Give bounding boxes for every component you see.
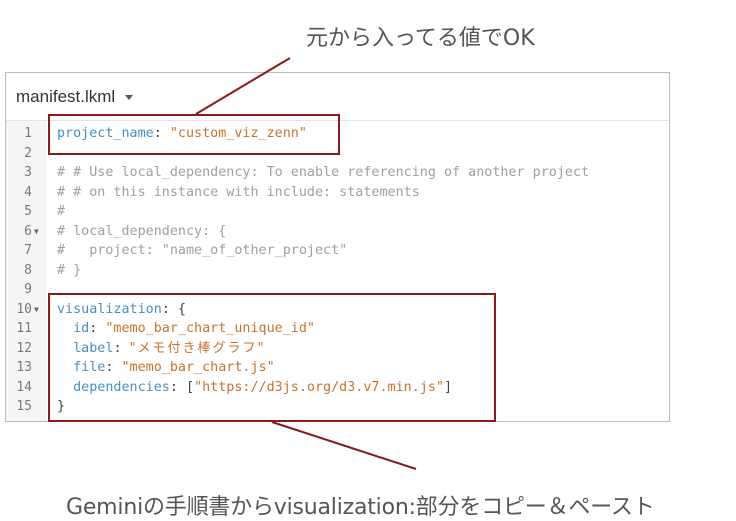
code-editor[interactable]: manifest.lkml 1 project_name: "custom_viz…	[5, 72, 670, 422]
code-line[interactable]: 10 ▼ visualization: {	[6, 300, 669, 320]
code-text: }	[57, 397, 65, 417]
code-token: :	[89, 321, 106, 336]
code-line[interactable]: 11 id: "memo_bar_chart_unique_id"	[6, 319, 669, 339]
line-number: 5	[24, 204, 32, 219]
code-line[interactable]: 14 dependencies: ["https://d3js.org/d3.v…	[6, 378, 669, 398]
code-token: # # on this instance with include: state…	[57, 184, 420, 200]
code-line[interactable]: 5 #	[6, 202, 669, 222]
line-number: 1	[24, 126, 32, 141]
line-number: 12	[16, 340, 32, 356]
code-token: }	[57, 399, 66, 414]
line-number: 3	[24, 165, 32, 180]
line-number: 4	[24, 184, 32, 200]
line-number: 7	[24, 243, 32, 258]
fold-toggle-icon[interactable]: ▼	[34, 300, 39, 320]
code-token: : [	[169, 379, 195, 395]
code-token: ]	[443, 379, 453, 395]
line-number: 11	[16, 321, 32, 336]
code-text: # local_dependency: {	[57, 222, 226, 242]
code-text: label: "メモ付き棒グラフ"	[57, 339, 266, 359]
code-text: # project: "name_of_other_project"	[57, 241, 347, 261]
file-name: manifest.lkml	[16, 86, 116, 106]
caret-down-icon[interactable]	[125, 95, 134, 100]
code-token: id	[73, 321, 90, 336]
line-number: 13	[16, 360, 32, 375]
line-number: 10	[16, 301, 32, 317]
code-line[interactable]: 8 # }	[6, 261, 669, 281]
line-number: 6	[24, 223, 32, 239]
code-token: "メモ付き棒グラフ"	[129, 340, 266, 356]
code-text: file: "memo_bar_chart.js"	[57, 358, 275, 378]
code-token: "memo_bar_chart_unique_id"	[105, 321, 315, 336]
line-number: 8	[24, 262, 32, 278]
code-text: id: "memo_bar_chart_unique_id"	[57, 319, 315, 339]
annotation-bottom: Geminiの手順書からvisualization:部分をコピー＆ペースト	[66, 495, 655, 520]
code-line[interactable]: 6 ▼ # local_dependency: {	[6, 222, 669, 242]
code-text: # }	[57, 261, 81, 281]
code-line[interactable]: 15}	[6, 397, 669, 417]
line-number: 15	[16, 399, 32, 414]
code-token: :	[113, 340, 130, 356]
code-line[interactable]: 9	[6, 280, 669, 300]
line-number: 2	[24, 145, 32, 161]
code-token: # local_dependency: {	[57, 223, 227, 239]
code-token: "https://d3js.org/d3.v7.min.js"	[194, 379, 444, 395]
fold-toggle-icon[interactable]: ▼	[34, 222, 39, 242]
code-token: "custom_viz_zenn"	[169, 126, 307, 141]
line-number: 14	[16, 379, 32, 395]
code-token: :	[105, 360, 122, 375]
code-line[interactable]: 7 # project: "name_of_other_project"	[6, 241, 669, 261]
code-token: visualization	[57, 301, 162, 317]
code-text: #	[57, 202, 65, 222]
code-token: : {	[161, 301, 186, 317]
annotation-top: 元から入ってる値でOK	[306, 26, 535, 51]
code-token: project_name	[57, 126, 154, 141]
file-tab[interactable]: manifest.lkml	[16, 86, 134, 107]
code-token: "memo_bar_chart.js"	[121, 360, 275, 375]
code-line[interactable]: 3 # # Use local_dependency: To enable ref…	[6, 163, 669, 183]
code-token: #	[57, 204, 66, 219]
code-token: dependencies	[73, 379, 170, 395]
code-text: visualization: {	[57, 300, 186, 320]
code-text: # # Use local_dependency: To enable refe…	[57, 163, 589, 183]
code-text: # # on this instance with include: state…	[57, 183, 420, 203]
code-line[interactable]: 2	[6, 144, 669, 164]
code-token: # project: "name_of_other_project"	[57, 243, 348, 258]
code-token: # # Use local_dependency: To enable refe…	[57, 165, 590, 180]
code-line[interactable]: 12 label: "メモ付き棒グラフ"	[6, 339, 669, 359]
code-line[interactable]: 13 file: "memo_bar_chart.js"	[6, 358, 669, 378]
code-line[interactable]: 4 # # on this instance with include: stat…	[6, 183, 669, 203]
code-token: :	[153, 126, 170, 141]
code-token: # }	[57, 262, 82, 278]
code-line[interactable]: 1 project_name: "custom_viz_zenn"	[6, 124, 669, 144]
code-token: label	[73, 340, 114, 356]
editor-header: manifest.lkml	[6, 73, 669, 121]
leader-line-bottom	[271, 421, 417, 470]
code-token: file	[73, 360, 106, 375]
code-text: project_name: "custom_viz_zenn"	[57, 124, 307, 144]
code-text: dependencies: ["https://d3js.org/d3.v7.m…	[57, 378, 452, 398]
code-area[interactable]: 1 project_name: "custom_viz_zenn" 2 3 # # Us…	[6, 124, 669, 417]
line-number: 9	[24, 282, 32, 297]
